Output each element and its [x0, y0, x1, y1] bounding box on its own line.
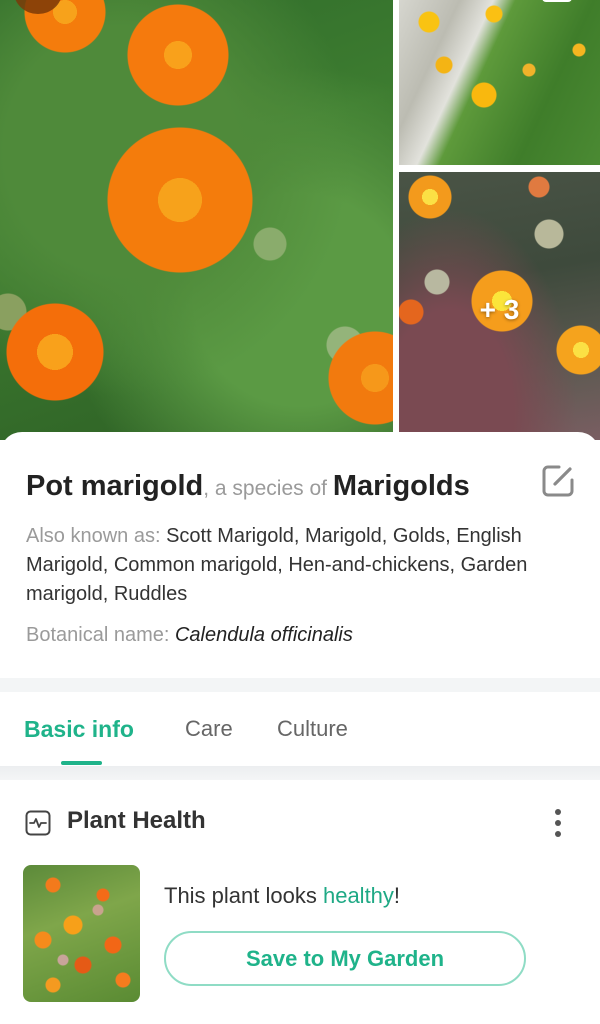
health-thumbnail [23, 865, 140, 1002]
botanical-label: Botanical name: [26, 624, 175, 646]
status-prefix: This plant looks [164, 883, 323, 908]
tab-basic-info[interactable]: Basic info [24, 716, 134, 743]
health-status: This plant looks healthy! [164, 883, 400, 909]
photo-gallery: + 3 [0, 0, 600, 440]
common-name: Pot marigold [26, 470, 204, 502]
plant-info-card: Pot marigold, a species of Marigolds Als… [0, 432, 600, 678]
photo-badge [542, 0, 572, 2]
species-connector: , a species of [203, 477, 333, 500]
save-to-garden-button[interactable]: Save to My Garden [164, 931, 526, 986]
genus-link[interactable]: Marigolds [333, 470, 470, 502]
status-value: healthy [322, 883, 394, 908]
health-pulse-icon [25, 810, 51, 836]
edit-icon[interactable] [539, 462, 577, 500]
also-known-as: Also known as: Scott Marigold, Marigold,… [26, 522, 566, 609]
info-tabs: Basic info Care Culture [0, 692, 600, 766]
plant-photo-more[interactable]: + 3 [399, 172, 600, 440]
section-divider [0, 678, 600, 692]
botanical-name: Botanical name: Calendula officinalis [26, 622, 566, 648]
botanical-value: Calendula officinalis [174, 624, 353, 646]
plant-health-section: Plant Health This plant looks healthy! S… [0, 780, 600, 1024]
active-tab-indicator [61, 761, 102, 765]
section-title: Plant Health [67, 807, 206, 834]
tab-care[interactable]: Care [185, 716, 233, 742]
user-avatar[interactable] [14, 0, 62, 14]
more-vertical-icon[interactable] [548, 806, 568, 840]
tab-culture[interactable]: Culture [277, 716, 348, 742]
main-plant-photo[interactable] [0, 0, 393, 440]
more-photos-count: + 3 [479, 294, 520, 325]
also-known-label: Also known as: [26, 525, 167, 547]
status-suffix: ! [393, 883, 401, 908]
section-divider [0, 766, 600, 780]
plant-title: Pot marigold, a species of Marigolds [26, 468, 526, 507]
plant-photo-2[interactable] [399, 0, 600, 165]
